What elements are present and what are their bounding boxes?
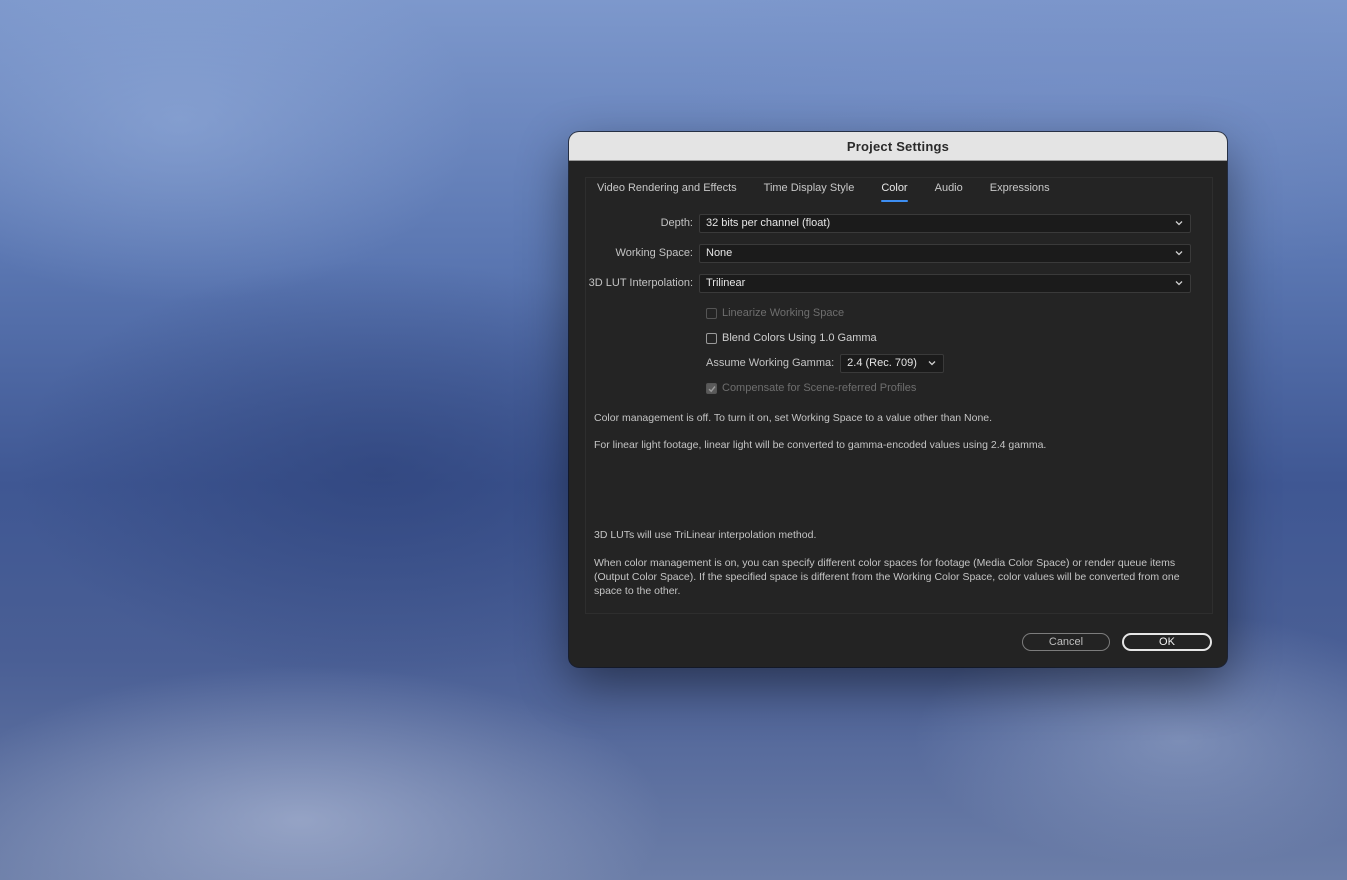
compensate-scene-referred-checkbox[interactable]: Compensate for Scene-referred Profiles <box>706 380 916 396</box>
tab-bar: Video Rendering and Effects Time Display… <box>597 182 1077 202</box>
chevron-down-icon <box>1175 280 1183 285</box>
checkbox-box <box>706 332 717 344</box>
ok-button[interactable]: OK <box>1122 633 1212 651</box>
working-gamma-row: Assume Working Gamma: 2.4 (Rec. 709) <box>706 353 945 373</box>
lut-interpolation-row: 3D LUT Interpolation: Trilinear <box>569 273 1191 293</box>
depth-row: Depth: 32 bits per channel (float) <box>569 213 1191 233</box>
depth-label: Depth: <box>660 217 693 229</box>
depth-select[interactable]: 32 bits per channel (float) <box>699 213 1191 233</box>
cancel-button[interactable]: Cancel <box>1022 633 1110 651</box>
chevron-down-icon <box>1175 220 1183 225</box>
color-space-info-text: When color management is on, you can spe… <box>594 557 1180 597</box>
chevron-down-icon <box>1175 250 1183 255</box>
working-space-row: Working Space: None <box>569 243 1191 263</box>
tab-video-rendering[interactable]: Video Rendering and Effects <box>597 182 737 202</box>
checkbox-box <box>706 307 717 319</box>
working-gamma-label: Assume Working Gamma: <box>706 357 835 369</box>
dialog-titlebar[interactable]: Project Settings <box>569 132 1227 161</box>
lut-interpolation-value: Trilinear <box>706 277 746 289</box>
blend-colors-label: Blend Colors Using 1.0 Gamma <box>722 332 877 344</box>
depth-value: 32 bits per channel (float) <box>706 217 831 229</box>
working-space-label: Working Space: <box>615 247 693 259</box>
color-management-status-text: Color management is off. To turn it on, … <box>594 412 993 424</box>
lut-interpolation-select[interactable]: Trilinear <box>699 273 1191 293</box>
working-gamma-value: 2.4 (Rec. 709) <box>847 357 917 369</box>
linearize-working-space-checkbox[interactable]: Linearize Working Space <box>706 305 844 321</box>
chevron-down-icon <box>928 360 936 365</box>
blend-colors-checkbox[interactable]: Blend Colors Using 1.0 Gamma <box>706 330 877 346</box>
tab-color[interactable]: Color <box>881 182 908 202</box>
checkbox-box <box>706 382 717 394</box>
lut-interpolation-label: 3D LUT Interpolation: <box>588 277 693 289</box>
compensate-label: Compensate for Scene-referred Profiles <box>722 382 917 394</box>
working-space-select[interactable]: None <box>699 243 1191 263</box>
linear-light-info-text: For linear light footage, linear light w… <box>594 439 1047 451</box>
project-settings-dialog: Project Settings Video Rendering and Eff… <box>569 132 1227 667</box>
dialog-title: Project Settings <box>846 138 950 154</box>
working-gamma-select[interactable]: 2.4 (Rec. 709) <box>840 353 945 373</box>
linearize-label: Linearize Working Space <box>722 307 845 319</box>
checkmark-icon <box>708 385 716 392</box>
lut-info-text: 3D LUTs will use TriLinear interpolation… <box>594 529 817 541</box>
tab-expressions[interactable]: Expressions <box>990 182 1050 202</box>
working-space-value: None <box>706 247 733 259</box>
tab-audio[interactable]: Audio <box>935 182 963 202</box>
tab-time-display-style[interactable]: Time Display Style <box>764 182 855 202</box>
